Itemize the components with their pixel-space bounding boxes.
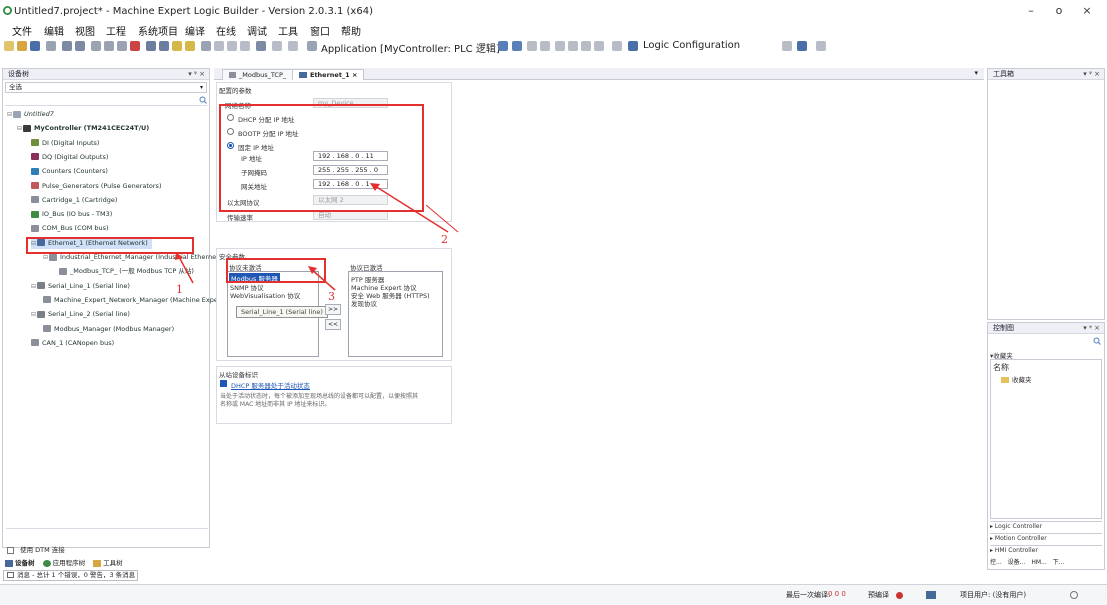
arrow-2 xyxy=(374,185,449,233)
arrow-1 xyxy=(177,254,194,284)
arrowhead-1 xyxy=(175,252,183,260)
annotation-arrows xyxy=(175,183,459,291)
arrow-3 xyxy=(310,268,336,291)
arrowhead-2 xyxy=(370,183,380,191)
